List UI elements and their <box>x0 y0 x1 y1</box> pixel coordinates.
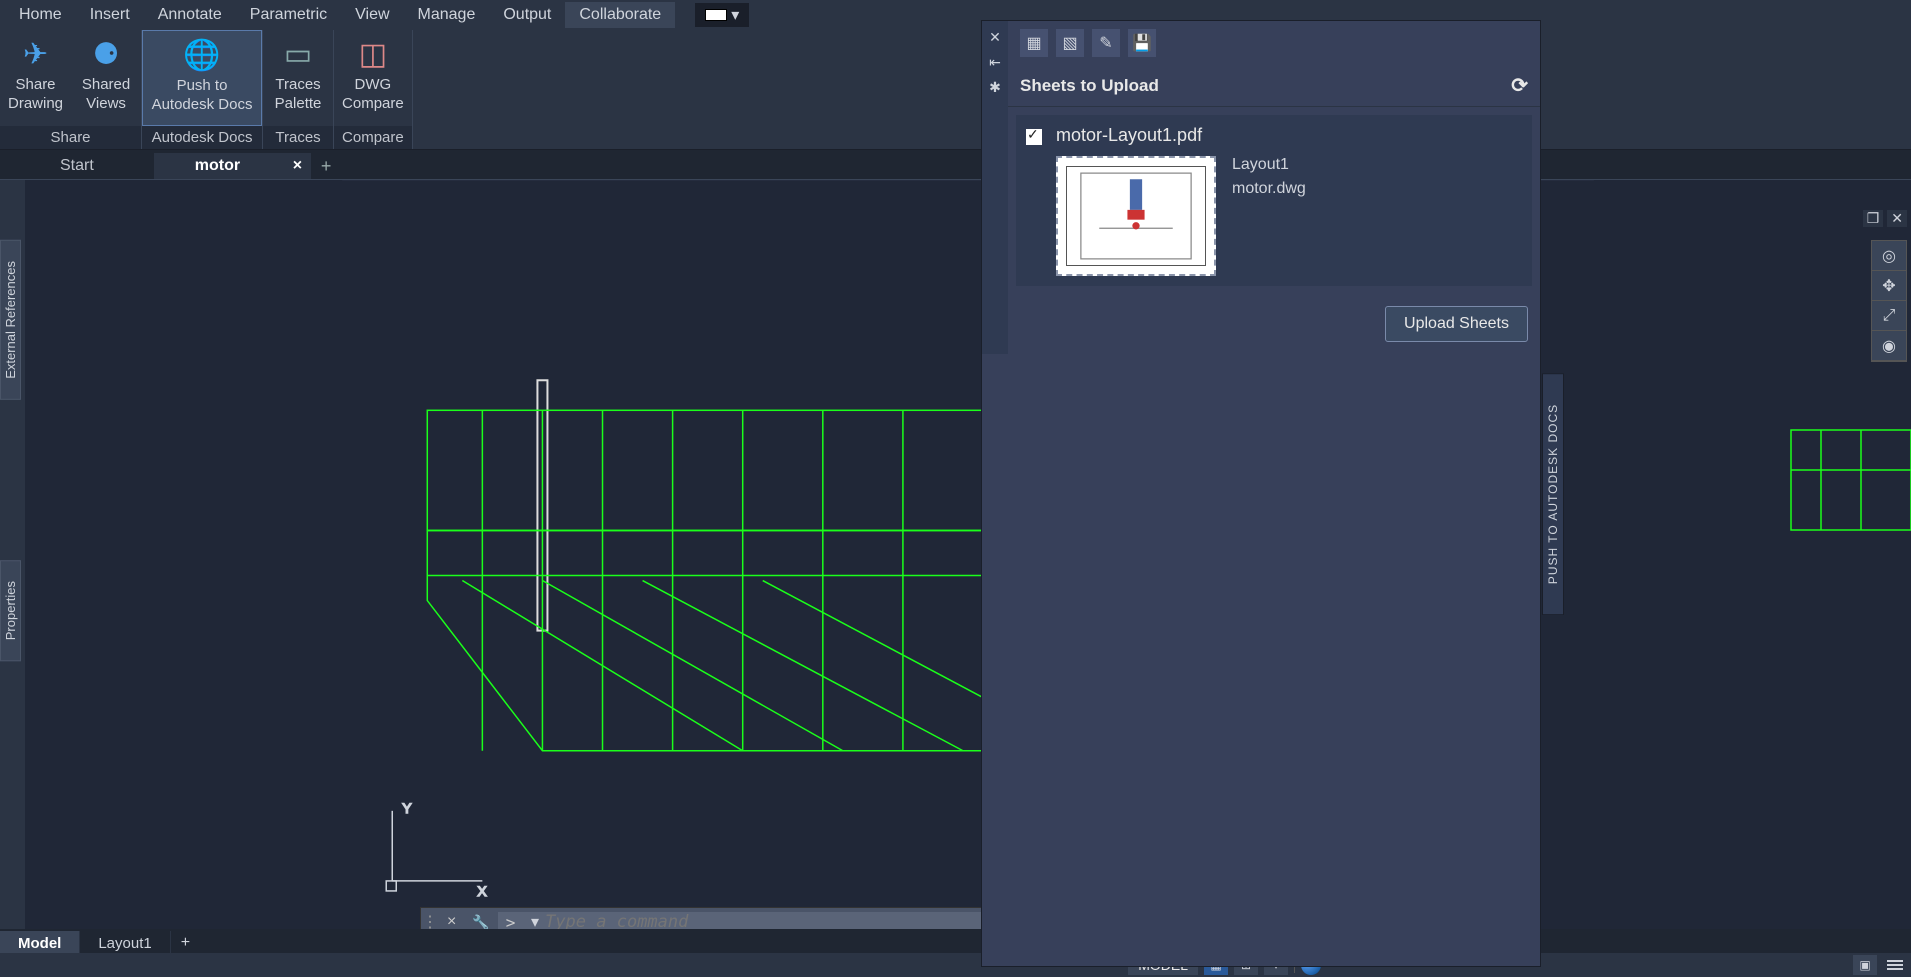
customization-icon[interactable] <box>1883 960 1903 970</box>
ribbon-group-share: ✈ Share Drawing ⚈ Shared Views Share <box>0 30 142 149</box>
left-panel-rail: External References <box>0 240 24 410</box>
properties-panel-tab[interactable]: Properties <box>0 560 21 661</box>
compare-icon: ◫ <box>353 34 393 74</box>
menu-view[interactable]: View <box>341 2 403 28</box>
push-to-autodesk-docs-button[interactable]: 🌐 Push to Autodesk Docs <box>142 30 262 126</box>
dwg-compare-button[interactable]: ◫ DWG Compare <box>334 30 412 126</box>
cmdline-customize-icon[interactable]: 🔧 <box>464 914 497 931</box>
menu-manage[interactable]: Manage <box>404 2 490 28</box>
menu-output[interactable]: Output <box>489 2 565 28</box>
ribbon: ✈ Share Drawing ⚈ Shared Views Share 🌐 P… <box>0 30 1911 150</box>
sheet-thumbnail[interactable] <box>1056 156 1216 276</box>
file-tabs: Start motor × + <box>0 150 1911 180</box>
shared-views-button[interactable]: ⚈ Shared Views <box>71 30 141 126</box>
svg-text:Y: Y <box>402 800 412 816</box>
panel-dock-icon[interactable]: ⇤ <box>989 54 1001 71</box>
sheets-section-header: Sheets to Upload ⟳ <box>1008 65 1540 107</box>
globe-icon: 🌐 <box>182 35 222 75</box>
sheet-filename: motor-Layout1.pdf <box>1056 125 1522 146</box>
layout-tab-layout1[interactable]: Layout1 <box>80 931 170 956</box>
left-panel-rail-2: Properties <box>0 560 24 671</box>
menu-collaborate[interactable]: Collaborate <box>565 2 675 28</box>
sheets-title: Sheets to Upload <box>1020 76 1159 96</box>
ribbon-group-autodesk-docs: 🌐 Push to Autodesk Docs Autodesk Docs <box>142 30 263 149</box>
menu-home[interactable]: Home <box>5 2 76 28</box>
sheet-layout-name: Layout1 <box>1232 156 1306 174</box>
external-references-panel-tab[interactable]: External References <box>0 240 21 400</box>
menu-insert[interactable]: Insert <box>76 2 144 28</box>
push-to-docs-panel: ✕ ⇤ ✱ ▦ ▧ ✎ 💾 Sheets to Upload ⟳ motor-L… <box>981 20 1541 967</box>
ribbon-group-traces: ▭ Traces Palette Traces <box>263 30 334 149</box>
ribbon-group-label-compare: Compare <box>334 126 412 149</box>
status-bar: MODEL ▦ ⊞ ▾ ▣ <box>0 953 1911 977</box>
file-tab-motor[interactable]: motor × <box>155 153 311 179</box>
ribbon-group-compare: ◫ DWG Compare Compare <box>334 30 413 149</box>
menu-bar: Home Insert Annotate Parametric View Man… <box>0 0 1911 30</box>
refresh-icon[interactable]: ⟳ <box>1511 73 1528 98</box>
add-sheet-icon[interactable]: ▦ <box>1020 29 1048 57</box>
ribbon-group-label-autodesk-docs: Autodesk Docs <box>142 126 262 149</box>
menu-annotate[interactable]: Annotate <box>144 2 236 28</box>
secondary-canvas[interactable]: ❐ ✕ ◎ ✥ ⤢ ◉ <box>1541 210 1911 941</box>
edit-sheet-icon[interactable]: ✎ <box>1092 29 1120 57</box>
file-tab-label: motor <box>195 157 240 174</box>
secondary-svg <box>1541 210 1911 910</box>
paper-plane-icon: ✈ <box>16 34 56 74</box>
layout-tab-model[interactable]: Model <box>0 931 80 956</box>
share-icon: ⚈ <box>86 34 126 74</box>
sheets-list: motor-Layout1.pdf <box>1016 115 1532 286</box>
sheet-item[interactable]: motor-Layout1.pdf <box>1026 125 1522 276</box>
panel-toolbar: ▦ ▧ ✎ 💾 <box>1008 21 1540 65</box>
ribbon-group-label-share: Share <box>0 126 141 149</box>
traces-icon: ▭ <box>278 34 318 74</box>
add-layout-tab[interactable]: + <box>171 932 200 954</box>
file-tab-start[interactable]: Start <box>0 153 155 179</box>
svg-text:X: X <box>477 883 487 899</box>
sheet-source-file: motor.dwg <box>1232 180 1306 198</box>
close-tab-icon[interactable]: × <box>293 157 302 175</box>
ribbon-group-label-traces: Traces <box>263 126 333 149</box>
maximize-viewport-icon[interactable]: ▣ <box>1853 955 1877 975</box>
remove-sheet-icon[interactable]: ▧ <box>1056 29 1084 57</box>
sheet-checkbox[interactable] <box>1026 129 1042 145</box>
save-icon[interactable]: 💾 <box>1128 29 1156 57</box>
share-drawing-button[interactable]: ✈ Share Drawing <box>0 30 71 126</box>
panel-close-icon[interactable]: ✕ <box>989 29 1001 46</box>
panel-vertical-label[interactable]: PUSH TO AUTODESK DOCS <box>1542 372 1564 614</box>
panel-control-column: ✕ ⇤ ✱ <box>982 21 1008 354</box>
panel-settings-icon[interactable]: ✱ <box>989 79 1001 96</box>
color-dropdown[interactable]: ▾ <box>695 3 749 27</box>
add-tab-button[interactable]: + <box>311 154 341 179</box>
upload-sheets-button[interactable]: Upload Sheets <box>1385 306 1528 342</box>
sheet-meta: Layout1 motor.dwg <box>1232 156 1306 276</box>
menu-parametric[interactable]: Parametric <box>236 2 341 28</box>
traces-palette-button[interactable]: ▭ Traces Palette <box>263 30 333 126</box>
